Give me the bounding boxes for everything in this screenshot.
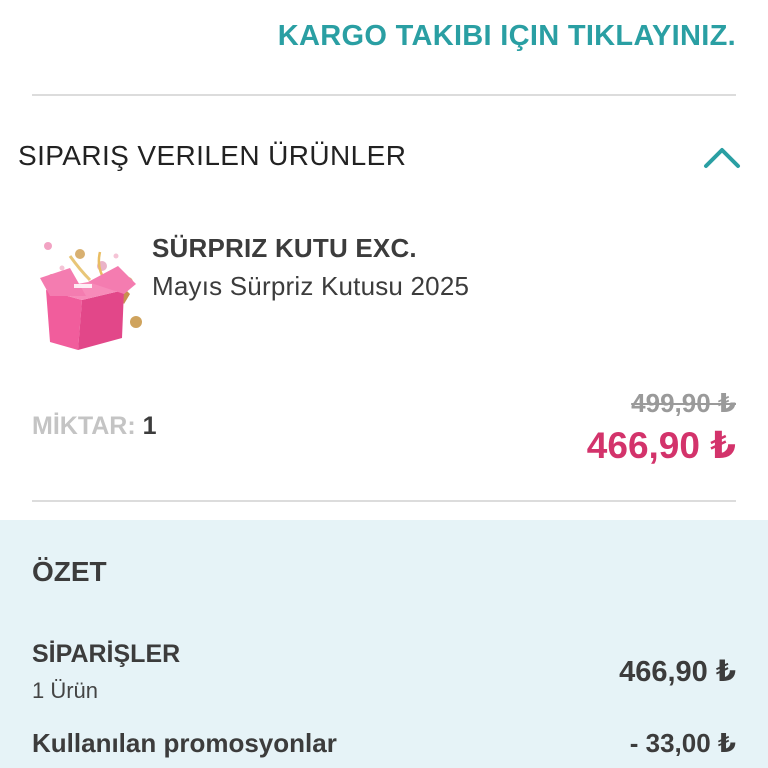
chevron-up-icon[interactable]	[702, 142, 742, 170]
product-image	[40, 242, 142, 350]
original-price: 499,90 ₺	[631, 388, 736, 418]
summary-title: ÖZET	[32, 556, 107, 587]
promotions-value: - 33,00 ₺	[629, 728, 736, 758]
order-summary: ÖZET SİPARİŞLER 1 Ürün 466,90 ₺ Kullanıl…	[0, 520, 768, 768]
quantity-label: MİKTAR:	[32, 412, 136, 440]
cargo-tracking-link[interactable]: KARGO TAKIBI IÇIN TIKLAYINIZ.	[278, 20, 736, 53]
ordered-items-title: SIPARIŞ VERILEN ÜRÜNLER	[18, 140, 407, 171]
product-name: Mayıs Sürpriz Kutusu 2025	[152, 271, 470, 301]
divider	[32, 94, 736, 96]
promotions-label: Kullanılan promosyonlar	[32, 728, 337, 758]
quantity-value: 1	[142, 412, 157, 440]
discounted-price: 466,90 ₺	[586, 425, 736, 466]
quantity: MİKTAR: 1	[32, 412, 157, 441]
divider	[32, 500, 736, 502]
orders-count: 1 Ürün	[32, 678, 99, 703]
ordered-items-header[interactable]: SIPARIŞ VERILEN ÜRÜNLER	[0, 128, 768, 186]
orders-total: 466,90 ₺	[619, 656, 736, 688]
product-brand: SÜRPRIZ KUTU EXC.	[152, 233, 417, 263]
orders-label: SİPARİŞLER	[32, 640, 181, 668]
